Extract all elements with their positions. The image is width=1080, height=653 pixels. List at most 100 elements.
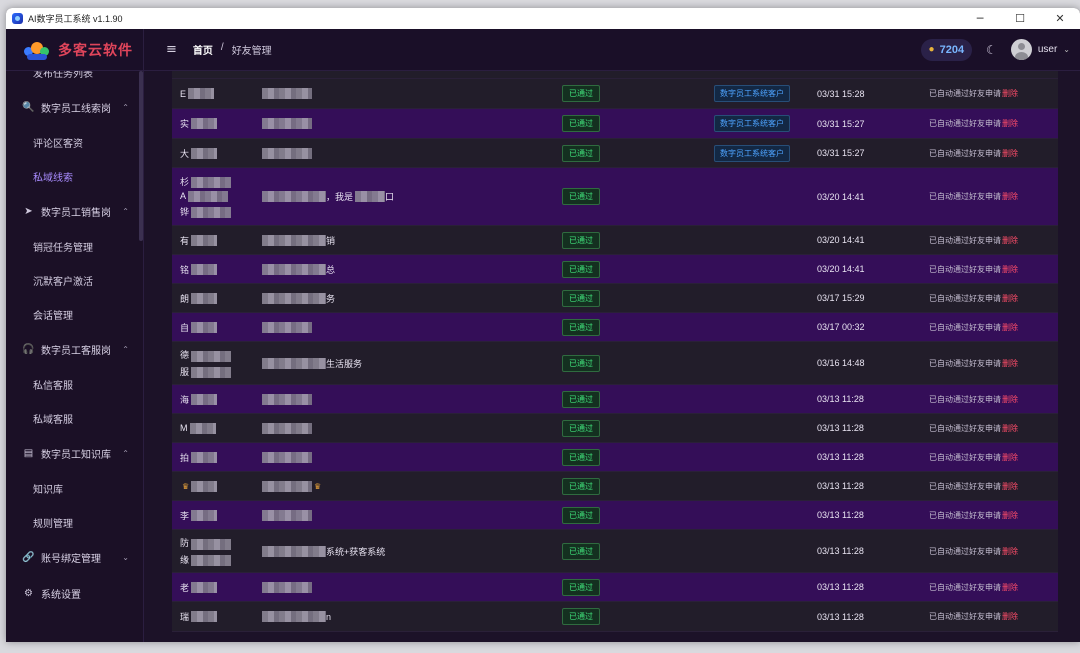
brand[interactable]: 多客云软件 — [6, 28, 144, 71]
delete-link[interactable]: 删除 — [1002, 88, 1018, 99]
delete-link[interactable]: 删除 — [1002, 546, 1018, 557]
delete-link[interactable]: 删除 — [1002, 510, 1018, 521]
sidebar-group-1[interactable]: 🔍 数字员工线索岗 ⌃ — [6, 89, 143, 125]
friend-table: E 已通过 数字员工系统客户 03/31 15:28 已自动通过好友申请 删除实已通过 数字… — [172, 71, 1058, 632]
added-time: 03/20 14:41 — [817, 191, 865, 202]
status-badge: 已通过 — [562, 448, 600, 466]
table-row[interactable]: 德服生活服务 已通过 03/16 14:48 已自动通过好友申请 删除 — [172, 342, 1058, 385]
table-row[interactable]: ♛ ♛ 已通过 03/13 11:28 已自动通过好友申请 删除 — [172, 472, 1058, 501]
sidebar-scrollbar[interactable] — [139, 71, 143, 241]
sidebar-item-2[interactable]: 评论区客资 — [6, 125, 143, 159]
sidebar-item-label: 私域客服 — [33, 414, 73, 426]
user-menu[interactable]: user ⌄ — [1010, 39, 1070, 60]
sidebar-group-label: 数字员工客服岗 — [41, 345, 111, 357]
friend-name: 朗 — [180, 284, 250, 312]
sidebar-item-6[interactable]: 沉默客户激活 — [6, 263, 143, 297]
added-time: 03/13 11:28 — [817, 394, 864, 404]
redacted-text — [191, 393, 218, 405]
sidebar-group-14[interactable]: 🔗 账号绑定管理 ⌄ — [6, 539, 143, 575]
delete-link[interactable]: 删除 — [1002, 235, 1018, 246]
delete-link[interactable]: 删除 — [1002, 322, 1018, 333]
table-row[interactable]: 朗务已通过 03/17 15:29 已自动通过好友申请 删除 — [172, 284, 1058, 313]
redacted-text — [191, 538, 232, 550]
redacted-text — [262, 88, 312, 99]
coin-balance[interactable]: ● 7204 — [920, 38, 973, 61]
delete-link[interactable]: 删除 — [1002, 191, 1018, 202]
window-title: AI数字员工系统 v1.1.90 — [28, 14, 123, 24]
sidebar-item-9[interactable]: 私信客服 — [6, 367, 143, 401]
title-bar: AI数字员工系统 v1.1.90 ─ ☐ ✕ — [6, 8, 1080, 29]
table-row[interactable]: M 已通过 03/13 11:28 已自动通过好友申请 删除 — [172, 414, 1058, 443]
status-badge: 已通过 — [562, 289, 600, 307]
friend-remark — [260, 501, 550, 529]
delete-link[interactable]: 删除 — [1002, 264, 1018, 275]
friend-name: 德服 — [180, 342, 250, 384]
sidebar-group-11[interactable]: ▤ 数字员工知识库 ⌃ — [6, 435, 143, 471]
friend-remark — [260, 573, 550, 601]
table-row[interactable]: E 已通过 数字员工系统客户 03/31 15:28 已自动通过好友申请 删除 — [172, 79, 1058, 109]
table-row[interactable]: 铭总已通过 03/20 14:41 已自动通过好友申请 删除 — [172, 255, 1058, 284]
customer-tag: 数字员工系统客户 — [714, 115, 790, 132]
minimize-button[interactable]: ─ — [960, 8, 1000, 29]
menu-toggle-icon[interactable]: ≡ — [166, 42, 177, 57]
redacted-text — [355, 191, 386, 202]
delete-link[interactable]: 删除 — [1002, 293, 1018, 304]
status-badge: 已通过 — [562, 85, 600, 102]
sidebar-item-12[interactable]: 知识库 — [6, 471, 143, 505]
delete-link[interactable]: 删除 — [1002, 148, 1018, 159]
friend-name: M — [180, 414, 250, 442]
row-actions: 已自动通过好友申请 删除 — [929, 501, 1018, 529]
sidebar: 发布任务列表 🔍 数字员工线索岗 ⌃ 评论区客资 私域线索 ➤ 数字员工销售岗 ⌃ 销冠任务管理沉… — [6, 71, 144, 642]
theme-toggle-icon[interactable]: ☾ — [986, 43, 997, 57]
table-row[interactable]: 杉 A 铧，我是口已通过 03/20 14:41 已自动通过好友申请 删除 — [172, 168, 1058, 226]
table-row[interactable] — [172, 71, 1058, 79]
table-row[interactable]: 老 已通过 03/13 11:28 已自动通过好友申请 删除 — [172, 573, 1058, 602]
table-row[interactable]: 大 已通过 数字员工系统客户 03/31 15:27 已自动通过好友申请 删除 — [172, 139, 1058, 168]
table-row[interactable]: 自 已通过 03/17 00:32 已自动通过好友申请 删除 — [172, 313, 1058, 342]
delete-link[interactable]: 删除 — [1002, 118, 1018, 129]
auto-approve-text: 已自动通过好友申请 — [929, 293, 1001, 303]
row-actions: 已自动通过好友申请 删除 — [929, 472, 1018, 500]
sidebar-item-13[interactable]: 规则管理 — [6, 505, 143, 539]
added-time: 03/13 11:28 — [817, 611, 864, 622]
sidebar-item-7[interactable]: 会话管理 — [6, 297, 143, 331]
table-row[interactable]: 拍 已通过 03/13 11:28 已自动通过好友申请 删除 — [172, 443, 1058, 472]
row-actions: 已自动通过好友申请 删除 — [929, 385, 1018, 413]
maximize-button[interactable]: ☐ — [1000, 8, 1040, 29]
delete-link[interactable]: 删除 — [1002, 582, 1018, 593]
table-row[interactable]: 瑞 n 已通过 03/13 11:28 已自动通过好友申请 删除 — [172, 602, 1058, 632]
auto-approve-text: 已自动通过好友申请 — [929, 89, 1001, 98]
delete-link[interactable]: 删除 — [1002, 423, 1018, 434]
sidebar-item-10[interactable]: 私域客服 — [6, 401, 143, 435]
auto-approve-text: 已自动通过好友申请 — [929, 322, 1001, 332]
sidebar-group-8[interactable]: 🎧 数字员工客服岗 ⌃ — [6, 331, 143, 367]
sidebar-item-5[interactable]: 销冠任务管理 — [6, 229, 143, 263]
friend-name: E — [180, 79, 250, 108]
delete-link[interactable]: 删除 — [1002, 452, 1018, 463]
table-row[interactable]: 防缘系统+获客系统 已通过 03/13 11:28 已自动通过好友申请 删除 — [172, 530, 1058, 573]
row-actions: 已自动通过好友申请 删除 — [929, 443, 1018, 471]
close-button[interactable]: ✕ — [1040, 8, 1080, 29]
delete-link[interactable]: 删除 — [1002, 358, 1018, 369]
delete-link[interactable]: 删除 — [1002, 481, 1018, 492]
breadcrumb-home[interactable]: 首页 — [193, 42, 213, 57]
app-icon — [12, 13, 23, 24]
delete-link[interactable]: 删除 — [1002, 394, 1018, 405]
delete-link[interactable]: 删除 — [1002, 611, 1018, 622]
friend-remark — [260, 385, 550, 413]
main-content: E 已通过 数字员工系统客户 03/31 15:28 已自动通过好友申请 删除实已通过 数字… — [144, 71, 1080, 642]
table-row[interactable]: 实 已通过 数字员工系统客户 03/31 15:27 已自动通过好友申请 删除 — [172, 109, 1058, 139]
auto-approve-text: 已自动通过好友申请 — [929, 582, 1001, 592]
sidebar-group-15[interactable]: ⚙ 系统设置 — [6, 575, 143, 611]
table-row[interactable]: 海 已通过 03/13 11:28 已自动通过好友申请 删除 — [172, 385, 1058, 414]
table-row[interactable]: 有销已通过 03/20 14:41 已自动通过好友申请 删除 — [172, 226, 1058, 255]
sidebar-item-0[interactable]: 发布任务列表 — [6, 71, 143, 89]
friend-name: 杉A铧 — [180, 168, 250, 225]
row-actions: 已自动通过好友申请 删除 — [929, 530, 1018, 572]
table-row[interactable]: 李 已通过 03/13 11:28 已自动通过好友申请 删除 — [172, 501, 1058, 530]
sidebar-item-3[interactable]: 私域线索 — [6, 159, 143, 193]
friend-name: 防缘 — [180, 530, 250, 572]
sidebar-group-4[interactable]: ➤ 数字员工销售岗 ⌃ — [6, 193, 143, 229]
added-time: 03/13 11:28 — [817, 481, 864, 491]
redacted-text — [191, 207, 232, 219]
